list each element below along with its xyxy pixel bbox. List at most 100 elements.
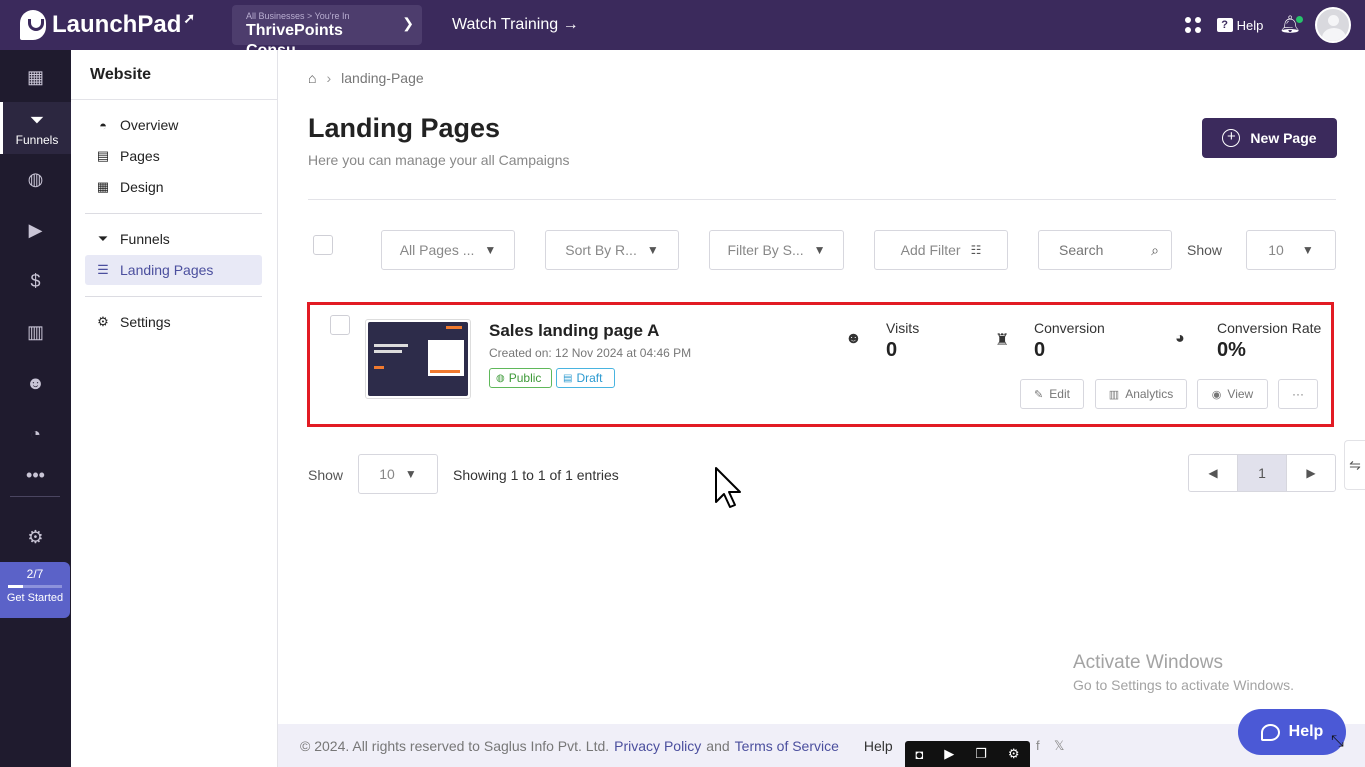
next-page-button[interactable]: ▶: [1287, 455, 1335, 491]
progress-count: 2/7: [26, 567, 44, 581]
help-label: Help: [1236, 17, 1264, 33]
draft-label: Draft: [576, 371, 603, 385]
add-filter-button[interactable]: Add Filter ☷: [874, 230, 1008, 270]
page-1-button[interactable]: 1: [1237, 455, 1287, 491]
entries-summary: Showing 1 to 1 of 1 entries: [453, 467, 619, 483]
camera-icon[interactable]: ◘: [915, 747, 923, 762]
business-switcher[interactable]: All Businesses > You're In ThrivePoints …: [232, 5, 422, 59]
conversion-label: Conversion: [1034, 320, 1105, 336]
edit-button[interactable]: ✎ Edit: [1020, 379, 1084, 409]
get-started-progress[interactable]: 2/7 Get Started: [0, 562, 70, 618]
and-text: and: [706, 737, 730, 754]
rail-dashboard-icon[interactable]: ▦: [0, 57, 71, 97]
chevron-down-icon: ▼: [646, 243, 659, 257]
rail-globe-icon[interactable]: ◍: [0, 159, 71, 199]
page-size-value: 10: [379, 466, 395, 482]
sidebar-item-overview[interactable]: ◓ Overview: [85, 110, 262, 140]
user-avatar[interactable]: [1315, 7, 1351, 43]
apps-grid-icon[interactable]: [1184, 17, 1201, 33]
terms-link[interactable]: Terms of Service: [735, 738, 839, 754]
sidebar-item-settings[interactable]: ⚙ Settings: [85, 307, 262, 337]
sidebar-item-label: Design: [120, 179, 164, 195]
breadcrumb-current: landing-Page: [341, 70, 424, 86]
sidebar-item-pages[interactable]: ▤ Pages: [85, 141, 262, 171]
chevron-down-icon: ▼: [404, 467, 417, 481]
windows-watermark-title: Activate Windows: [1073, 652, 1223, 673]
rail-settings-icon[interactable]: ⚙: [0, 517, 71, 557]
search-input[interactable]: [1059, 242, 1139, 258]
prev-page-button[interactable]: ◀: [1189, 455, 1237, 491]
landing-page-card[interactable]: Sales landing page A Created on: 12 Nov …: [307, 302, 1334, 427]
logo-text: LaunchPad: [52, 11, 182, 38]
page-subtitle: Here you can manage your all Campaigns: [308, 152, 570, 168]
page-thumbnail[interactable]: [365, 319, 471, 399]
page-title-link[interactable]: Sales landing page A: [489, 321, 659, 341]
conversion-value: 0: [1034, 339, 1046, 361]
sliders-icon: ☷: [970, 243, 982, 257]
sidebar-item-design[interactable]: ▦ Design: [85, 172, 262, 202]
x-twitter-icon[interactable]: 𝕏: [1054, 738, 1064, 754]
facebook-icon[interactable]: f: [1036, 738, 1040, 753]
notification-bell-icon[interactable]: 🔔︎: [1279, 15, 1303, 35]
rail-funnels-label: Funnels: [15, 132, 59, 147]
rail-dollar-icon[interactable]: $: [0, 261, 71, 301]
rail-analytics-icon[interactable]: ▥: [0, 312, 71, 352]
sidebar-divider: [85, 296, 262, 297]
conversion-rate-label: Conversion Rate: [1217, 320, 1322, 336]
draft-badge: ▤ Draft: [556, 368, 615, 388]
business-switcher-caption: All Businesses > You're In: [246, 11, 350, 21]
row-checkbox[interactable]: [330, 315, 350, 335]
gauge-icon: ◓: [99, 117, 107, 133]
recorder-gear-icon[interactable]: ⚙: [1008, 746, 1020, 762]
created-date: Created on: 12 Nov 2024 at 04:46 PM: [489, 346, 692, 360]
rail-funnels[interactable]: ⏷ Funnels: [0, 102, 71, 154]
rail-users-icon[interactable]: ☻: [0, 363, 71, 403]
more-options-button[interactable]: ···: [1278, 379, 1318, 409]
filter-by-dropdown[interactable]: Filter By S... ▼: [709, 230, 844, 270]
rocket-icon: ➚: [183, 9, 196, 26]
sort-by-dropdown[interactable]: Sort By R... ▼: [545, 230, 679, 270]
sort-by-label: Sort By R...: [565, 242, 637, 258]
rail-reports-icon[interactable]: ◔: [0, 414, 71, 454]
view-button[interactable]: ◉ View: [1197, 379, 1268, 409]
show-count-value: 10: [1268, 242, 1284, 258]
side-panel-toggle-icon[interactable]: ⇋: [1344, 440, 1365, 490]
search-box: ⌕: [1038, 230, 1172, 270]
privacy-policy-link[interactable]: Privacy Policy: [614, 738, 701, 754]
sidebar-item-label: Landing Pages: [120, 262, 214, 278]
logo[interactable]: LaunchPad ➚: [20, 10, 195, 40]
rail-video-icon[interactable]: ▶: [0, 210, 71, 250]
chevron-down-icon: ▼: [813, 243, 826, 257]
document-icon: ▤: [563, 372, 573, 384]
funnel-icon: ⏷: [29, 109, 45, 130]
page-size-select[interactable]: 10 ▼: [358, 454, 438, 494]
show-label: Show: [308, 467, 344, 483]
sidebar-item-landing-pages[interactable]: ☰ Landing Pages: [85, 255, 262, 285]
footer-help-link[interactable]: Help: [864, 738, 893, 754]
floating-help-button[interactable]: Help: [1238, 709, 1346, 755]
pencil-icon: ✎: [1034, 388, 1044, 401]
new-page-button[interactable]: + New Page: [1202, 118, 1337, 158]
rail-more-icon[interactable]: •••: [0, 455, 71, 495]
trophy-icon: ♜: [995, 332, 1010, 349]
pie-chart-icon: ◕: [1175, 330, 1185, 347]
show-count-select[interactable]: 10 ▼: [1246, 230, 1336, 270]
search-icon[interactable]: ⌕: [1151, 242, 1159, 259]
sidebar-item-funnels[interactable]: ⏷ Funnels: [85, 224, 262, 254]
progress-bar-fill: [8, 585, 24, 588]
public-label: Public: [508, 371, 542, 385]
bar-chart-icon: ▥: [1108, 388, 1120, 401]
visitors-icon: ☻: [845, 330, 862, 347]
watch-training-link[interactable]: Watch Training →: [452, 16, 579, 34]
website-sidebar: Website ◓ Overview ▤ Pages ▦ Design ⏷ Fu…: [71, 50, 278, 767]
collapse-arrows-icon[interactable]: ⤡: [1331, 733, 1344, 751]
sidebar-divider: [85, 213, 262, 214]
help-button[interactable]: ? Help: [1216, 17, 1264, 33]
all-pages-dropdown[interactable]: All Pages ... ▼: [381, 230, 515, 270]
select-all-checkbox[interactable]: [313, 235, 333, 255]
analytics-button[interactable]: ▥ Analytics: [1095, 379, 1187, 409]
video-icon[interactable]: ▶: [944, 746, 954, 762]
rail-divider: [10, 496, 60, 497]
home-icon[interactable]: ⌂: [308, 70, 316, 86]
copy-icon[interactable]: ❐: [975, 746, 987, 762]
